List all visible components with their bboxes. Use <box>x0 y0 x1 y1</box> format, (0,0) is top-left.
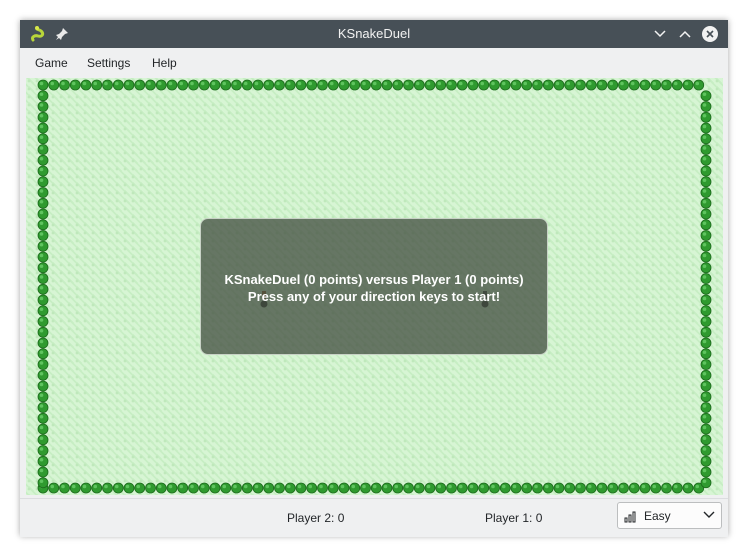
game-board[interactable]: KSnakeDuel (0 points) versus Player 1 (0… <box>26 78 723 495</box>
chevron-up-icon <box>679 30 691 38</box>
app-window: KSnakeDuel Game Settings Help KSnakeDuel… <box>20 20 728 537</box>
start-message-overlay: KSnakeDuel (0 points) versus Player 1 (0… <box>200 218 548 355</box>
difficulty-value: Easy <box>644 509 671 523</box>
status-bar: Player 2: 0 Player 1: 0 Easy <box>20 498 728 537</box>
title-bar[interactable]: KSnakeDuel <box>20 20 728 48</box>
menu-settings[interactable]: Settings <box>87 48 130 76</box>
minimize-button[interactable] <box>650 24 670 44</box>
overlay-versus-text: KSnakeDuel (0 points) versus Player 1 (0… <box>224 272 524 287</box>
window-title: KSnakeDuel <box>337 26 411 41</box>
chevron-down-icon <box>703 511 715 518</box>
close-button[interactable] <box>700 24 720 44</box>
menu-bar: Game Settings Help <box>20 48 728 76</box>
chevron-down-icon <box>654 30 666 38</box>
maximize-button[interactable] <box>675 24 695 44</box>
difficulty-select[interactable]: Easy <box>617 502 722 529</box>
menu-game[interactable]: Game <box>35 48 68 76</box>
player-2-score: Player 2: 0 <box>287 511 345 525</box>
signal-bars-icon <box>624 511 636 523</box>
close-icon <box>702 26 718 42</box>
menu-help[interactable]: Help <box>152 48 177 76</box>
player-1-score: Player 1: 0 <box>485 511 543 525</box>
overlay-instruction-text: Press any of your direction keys to star… <box>247 289 501 304</box>
